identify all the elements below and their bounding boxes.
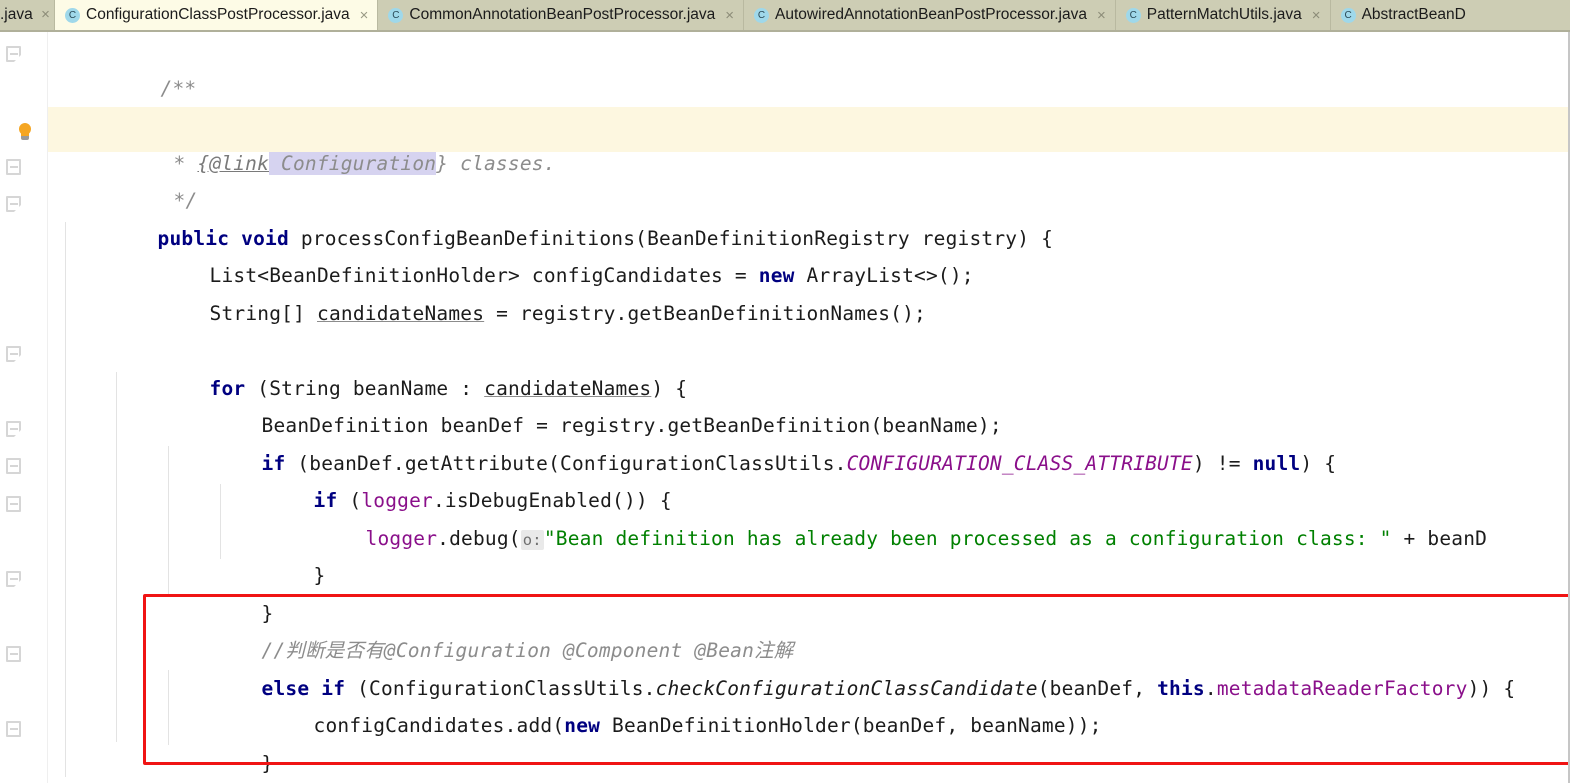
code-fold-icon[interactable] [6, 496, 21, 512]
editor-tab-3[interactable]: C AutowiredAnnotationBeanPostProcessor.j… [744, 0, 1116, 30]
code-fold-icon[interactable] [6, 159, 21, 175]
code-line[interactable]: else if (ConfigurationClassUtils.checkCo… [48, 632, 1568, 700]
code-editor[interactable]: /** * Build and validate a configuration… [0, 32, 1570, 783]
code-line[interactable]: for (String beanName : candidateNames) { [48, 332, 1568, 400]
code-line[interactable]: } [48, 557, 1568, 625]
editor-tab-5-label: AbstractBeanD [1361, 6, 1466, 23]
code-fold-icon[interactable] [6, 458, 21, 474]
editor-tab-0[interactable]: .java × [0, 0, 55, 30]
editor-tab-2[interactable]: C CommonAnnotationBeanPostProcessor.java… [378, 0, 745, 30]
code-line[interactable]: //判断是否有@Configuration @Component @Bean注解 [48, 595, 1568, 662]
code-line[interactable]: public void processConfigBeanDefinitions… [48, 182, 1568, 250]
editor-tab-4[interactable]: C PatternMatchUtils.java × [1115, 0, 1331, 30]
code-line[interactable]: String[] candidateNames = registry.getBe… [48, 257, 1568, 325]
code-text-area[interactable]: /** * Build and validate a configuration… [48, 32, 1570, 783]
code-fold-icon[interactable] [6, 346, 21, 362]
code-line[interactable]: List<BeanDefinitionHolder> configCandida… [48, 220, 1568, 287]
java-class-icon: C [754, 7, 770, 23]
code-line[interactable]: */ [48, 145, 1568, 212]
editor-gutter[interactable] [0, 32, 48, 783]
code-line[interactable]: } [48, 745, 1568, 783]
code-fold-icon[interactable] [6, 646, 21, 662]
editor-tab-3-label: AutowiredAnnotationBeanPostProcessor.jav… [775, 6, 1087, 23]
editor-tab-2-label: CommonAnnotationBeanPostProcessor.java [409, 6, 716, 23]
editor-tab-1-label: ConfigurationClassPostProcessor.java [86, 6, 350, 23]
editor-tab-0-close-icon[interactable]: × [41, 6, 50, 23]
code-fold-icon[interactable] [6, 721, 21, 737]
editor-tab-0-label: .java [0, 6, 33, 23]
code-line[interactable]: logger.debug(o: "Bean definition has alre… [48, 482, 1568, 550]
java-class-icon: C [388, 7, 404, 23]
editor-tab-1[interactable]: C ConfigurationClassPostProcessor.java × [55, 0, 379, 30]
code-fold-icon[interactable] [6, 46, 21, 62]
java-class-icon: C [1125, 7, 1141, 23]
java-class-icon: C [65, 7, 80, 23]
code-fold-icon[interactable] [6, 421, 21, 437]
code-line[interactable]: configCandidates.add(new BeanDefinitionH… [48, 670, 1568, 737]
editor-tab-4-label: PatternMatchUtils.java [1146, 6, 1302, 23]
editor-tab-bar[interactable]: .java × C ConfigurationClassPostProcesso… [0, 0, 1570, 30]
code-line[interactable]: * {@link Configuration} classes. [48, 107, 1568, 175]
code-line[interactable]: if (logger.isDebugEnabled()) { [48, 445, 1568, 512]
editor-tab-3-close-icon[interactable]: × [1097, 8, 1106, 23]
code-line-blank[interactable] [48, 295, 1568, 333]
intention-bulb-icon[interactable] [17, 123, 33, 143]
editor-tab-1-close-icon[interactable]: × [360, 8, 369, 23]
editor-tab-2-close-icon[interactable]: × [725, 8, 734, 23]
code-fold-icon[interactable] [6, 571, 21, 587]
code-line[interactable]: if (beanDef.getAttribute(ConfigurationCl… [48, 407, 1568, 475]
code-line[interactable]: BeanDefinition beanDef = registry.getBea… [48, 370, 1568, 437]
code-fold-icon[interactable] [6, 196, 21, 212]
code-line[interactable]: * Build and validate a configuration mod… [48, 70, 1568, 137]
editor-tab-4-close-icon[interactable]: × [1312, 8, 1321, 23]
java-class-icon: C [1340, 7, 1356, 23]
code-line[interactable]: /** [48, 32, 1568, 100]
code-line[interactable]: } [48, 520, 1568, 587]
ide-window: .java × C ConfigurationClassPostProcesso… [0, 0, 1570, 783]
code-line[interactable]: } [48, 707, 1568, 775]
editor-tab-5[interactable]: C AbstractBeanD [1330, 0, 1475, 30]
